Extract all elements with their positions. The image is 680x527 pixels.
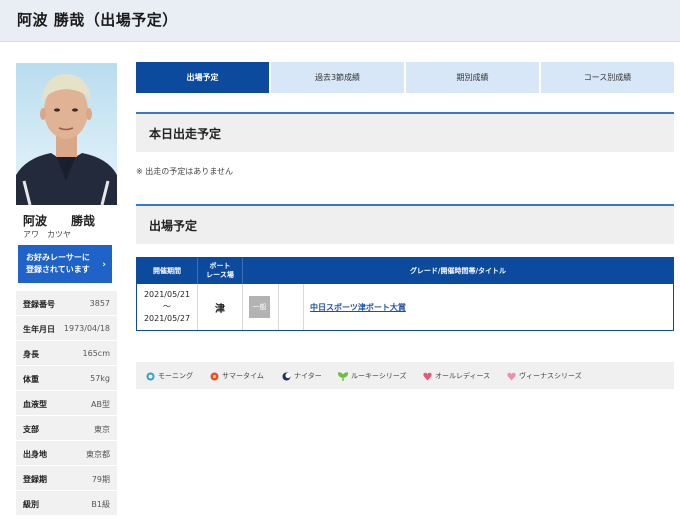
nighter-icon: [282, 372, 291, 380]
period-separator: ～: [163, 302, 171, 311]
profile-key: 登録番号: [23, 300, 55, 309]
table-row: 2021/05/21 ～ 2021/05/27 津 一般 中日スポーツ津ボート大…: [137, 284, 673, 330]
page-title: 阿波 勝哉（出場予定）: [17, 11, 178, 29]
profile-key: 身長: [23, 350, 39, 359]
schedule-heading: 出場予定: [149, 219, 198, 233]
profile-row-birthdate: 生年月日 1973/04/18: [16, 316, 117, 341]
profile-key: 血液型: [23, 400, 47, 409]
legend-item-rookie-series: ルーキーシリーズ: [338, 371, 407, 381]
racer-photo: [16, 63, 117, 205]
profile-key: 支部: [23, 425, 39, 434]
tab-entry-schedule[interactable]: 出場予定: [136, 62, 269, 93]
tab-last-3-results[interactable]: 過去3節成績: [271, 62, 404, 93]
profile-row-class: 級別 B1級: [16, 491, 117, 516]
profile-key: 級別: [23, 500, 39, 509]
today-section-header: 本日出走予定: [136, 112, 674, 152]
today-note: ※ 出走の予定はありません: [136, 167, 234, 176]
legend-item-all-ladies: オールレディース: [423, 371, 490, 381]
column-header-venue-line1: ボート: [209, 262, 231, 270]
time-slot-cell: [279, 284, 304, 330]
rookie-series-icon: [338, 371, 348, 381]
column-header-period: 開催期間: [137, 258, 198, 284]
tab-term-results[interactable]: 期別成績: [406, 62, 539, 93]
profile-row-reg-term: 登録期 79期: [16, 466, 117, 491]
profile-value: 1973/04/18: [63, 324, 110, 333]
profile-row-height: 身長 165cm: [16, 341, 117, 366]
period-end: 2021/05/27: [143, 314, 191, 323]
legend-label: ナイター: [294, 372, 322, 380]
legend-label: ルーキーシリーズ: [351, 372, 407, 380]
period-cell: 2021/05/21 ～ 2021/05/27: [137, 284, 198, 330]
profile-row-weight: 体重 57kg: [16, 366, 117, 391]
legend-label: ヴィーナスシリーズ: [519, 372, 582, 380]
title-cell: 中日スポーツ津ボート大賞: [304, 284, 673, 330]
profile-key: 登録期: [23, 475, 47, 484]
profile-value: 東京: [94, 425, 110, 434]
morning-icon: [146, 372, 155, 380]
profile-row-hometown: 出身地 東京都: [16, 441, 117, 466]
today-heading: 本日出走予定: [149, 127, 222, 141]
profile-value: AB型: [91, 400, 110, 409]
profile-value: 165cm: [82, 349, 110, 358]
profile-key: 出身地: [23, 450, 47, 459]
racer-tabs: 出場予定 過去3節成績 期別成績 コース別成績: [136, 62, 674, 93]
column-header-venue-line2: レース場: [206, 271, 234, 279]
profile-value: B1級: [91, 500, 110, 509]
column-header-venue: ボート レース場: [198, 258, 243, 284]
profile-value: 79期: [91, 475, 110, 484]
favorite-racer-button[interactable]: お好みレーサーに 登録されています ›: [18, 245, 112, 283]
schedule-section-header: 出場予定: [136, 204, 674, 244]
favorite-button-line2: 登録されています: [26, 265, 90, 274]
tab-course-results[interactable]: コース別成績: [541, 62, 674, 93]
period-start: 2021/05/21: [143, 290, 191, 299]
racer-kana: アワ カツヤ: [23, 230, 71, 239]
grade-cell: 一般: [243, 284, 279, 330]
favorite-button-line1: お好みレーサーに: [26, 253, 90, 262]
profile-table: 登録番号 3857 生年月日 1973/04/18 身長 165cm 体重 57kg 血…: [16, 291, 117, 516]
venue-cell: 津: [198, 284, 243, 330]
column-header-grade-title: グレード/開催時間帯/タイトル: [409, 266, 507, 275]
table-header: 開催期間 ボート レース場 グレード/開催時間帯/タイトル: [137, 258, 673, 284]
legend-item-venus-series: ヴィーナスシリーズ: [507, 371, 582, 381]
legend-item-morning: モーニング: [146, 371, 193, 381]
venus-series-icon: [507, 372, 516, 380]
summer-time-icon: [210, 372, 219, 380]
legend-label: モーニング: [158, 372, 193, 380]
racer-name: 阿波 勝哉: [23, 214, 96, 228]
all-ladies-icon: [423, 372, 432, 380]
legend-label: サマータイム: [222, 372, 264, 380]
profile-value: 3857: [89, 299, 110, 308]
profile-row-blood-type: 血液型 AB型: [16, 391, 117, 416]
profile-value: 57kg: [90, 374, 110, 383]
race-title-link[interactable]: 中日スポーツ津ボート大賞: [310, 302, 406, 313]
profile-key: 体重: [23, 375, 39, 384]
grade-badge: 一般: [249, 296, 270, 318]
legend-bar: モーニング サマータイム ナイター ルーキーシリーズ オールレディース ヴィーナ…: [136, 362, 674, 389]
profile-row-reg-number: 登録番号 3857: [16, 291, 117, 316]
chevron-right-icon: ›: [102, 260, 106, 270]
legend-label: オールレディース: [435, 372, 491, 380]
schedule-table: 開催期間 ボート レース場 グレード/開催時間帯/タイトル 2021/05/21…: [136, 257, 674, 331]
legend-item-nighter: ナイター: [282, 371, 322, 381]
profile-key: 生年月日: [23, 325, 55, 334]
profile-value: 東京都: [86, 450, 110, 459]
page-header: 阿波 勝哉（出場予定）: [0, 0, 680, 42]
legend-item-summer-time: サマータイム: [210, 371, 264, 381]
profile-row-branch: 支部 東京: [16, 416, 117, 441]
